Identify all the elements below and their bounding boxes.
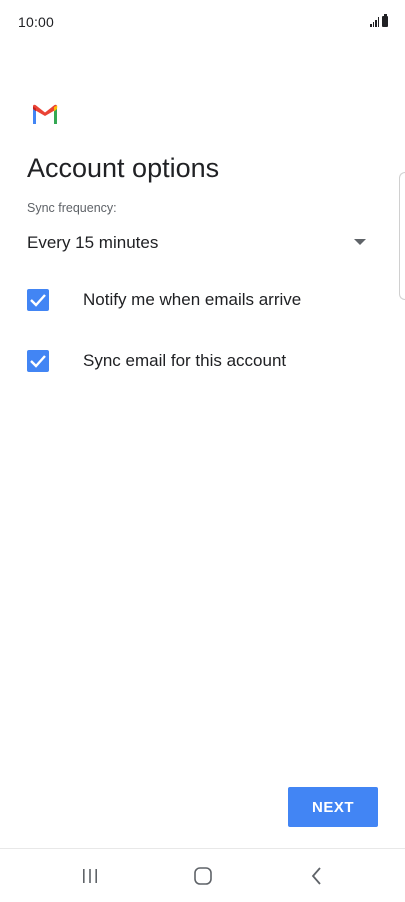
sync-frequency-value: Every 15 minutes — [27, 233, 159, 252]
notify-label: Notify me when emails arrive — [83, 290, 302, 309]
status-bar: 10:00 — [0, 0, 405, 46]
sync-checkbox[interactable] — [27, 350, 49, 372]
status-time: 10:00 — [18, 14, 55, 30]
sync-frequency-label: Sync frequency: — [27, 201, 117, 215]
battery-icon — [382, 14, 388, 27]
scroll-edge-indicator — [399, 172, 405, 300]
sync-label: Sync email for this account — [83, 351, 287, 370]
checkmark-icon — [30, 355, 46, 368]
recents-icon — [83, 869, 97, 883]
notify-option[interactable]: Notify me when emails arrive — [27, 280, 372, 320]
dropdown-arrow-icon — [354, 239, 366, 245]
gmail-logo — [33, 104, 58, 124]
home-icon — [194, 867, 212, 885]
recents-button[interactable] — [75, 865, 105, 887]
back-button[interactable] — [302, 865, 332, 887]
home-button[interactable] — [188, 865, 218, 887]
checkmark-icon — [30, 294, 46, 307]
back-icon — [311, 867, 321, 885]
notify-checkbox[interactable] — [27, 289, 49, 311]
page-title: Account options — [27, 153, 220, 183]
sync-option[interactable]: Sync email for this account — [27, 341, 372, 381]
navigation-bar — [0, 849, 405, 902]
signal-icon — [370, 17, 379, 27]
next-button[interactable]: NEXT — [288, 787, 378, 827]
status-icons — [370, 14, 388, 27]
sync-frequency-dropdown[interactable]: Every 15 minutes — [27, 226, 372, 260]
